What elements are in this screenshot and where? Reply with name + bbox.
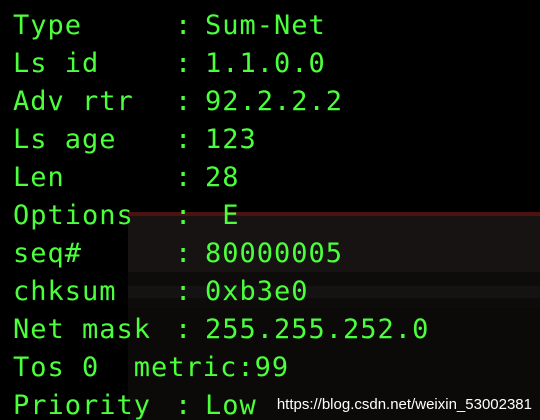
field-value: E xyxy=(205,200,240,231)
field-value: 28 xyxy=(205,162,240,193)
field-key: Net mask xyxy=(13,314,152,345)
lsa-row-seq: seq#:80000005 xyxy=(13,235,343,273)
field-key: Adv rtr xyxy=(13,86,134,117)
field-key: Ls id xyxy=(13,48,100,79)
lsa-row-options: Options: E xyxy=(13,197,240,235)
field-separator: : xyxy=(175,314,193,345)
field-value: 92.2.2.2 xyxy=(205,86,344,117)
field-value: 99 xyxy=(254,352,290,383)
field-separator: : xyxy=(175,276,193,307)
field-separator: : xyxy=(175,390,193,420)
field-key: Options xyxy=(13,200,134,231)
field-key: chksum xyxy=(13,276,117,307)
field-separator: : xyxy=(175,238,193,269)
lsa-row-type: Type: Sum-Net xyxy=(13,7,326,45)
lsa-row-net-mask: Net mask:255.255.252.0 xyxy=(13,311,429,349)
field-key: Tos 0 metric xyxy=(13,352,238,383)
field-value: 1.1.0.0 xyxy=(205,48,326,79)
lsa-row-priority: Priority: Low xyxy=(13,387,257,420)
lsa-row-ls-id: Ls id:1.1.0.0 xyxy=(13,45,326,83)
field-separator: : xyxy=(237,352,255,383)
lsa-row-ls-age: Ls age:123 xyxy=(13,121,257,159)
lsa-row-adv-rtr: Adv rtr:92.2.2.2 xyxy=(13,83,343,121)
field-value: 123 xyxy=(205,124,257,155)
field-key: seq# xyxy=(13,238,83,269)
field-key: Priority xyxy=(13,390,152,420)
field-value: Sum-Net xyxy=(205,10,326,41)
field-separator: : xyxy=(175,48,193,79)
field-key: Len xyxy=(13,162,65,193)
field-value: Low xyxy=(205,390,257,420)
field-key: Ls age xyxy=(13,124,117,155)
field-value: 0xb3e0 xyxy=(205,276,309,307)
terminal-output: Type: Sum-Net Ls id:1.1.0.0 Adv rtr:92.2.… xyxy=(0,0,540,420)
lsa-row-chksum: chksum:0xb3e0 xyxy=(13,273,309,311)
field-separator: : xyxy=(175,124,193,155)
field-separator: : xyxy=(175,200,193,231)
lsa-row-tos-metric: Tos 0 metric:99 xyxy=(13,349,289,387)
field-key: Type xyxy=(13,10,83,41)
watermark-url: https://blog.csdn.net/weixin_53002381 xyxy=(276,396,532,413)
field-separator: : xyxy=(175,10,193,41)
field-value: 255.255.252.0 xyxy=(205,314,430,345)
field-separator: : xyxy=(175,162,193,193)
field-separator: : xyxy=(175,86,193,117)
field-value: 80000005 xyxy=(205,238,344,269)
lsa-row-len: Len:28 xyxy=(13,159,240,197)
